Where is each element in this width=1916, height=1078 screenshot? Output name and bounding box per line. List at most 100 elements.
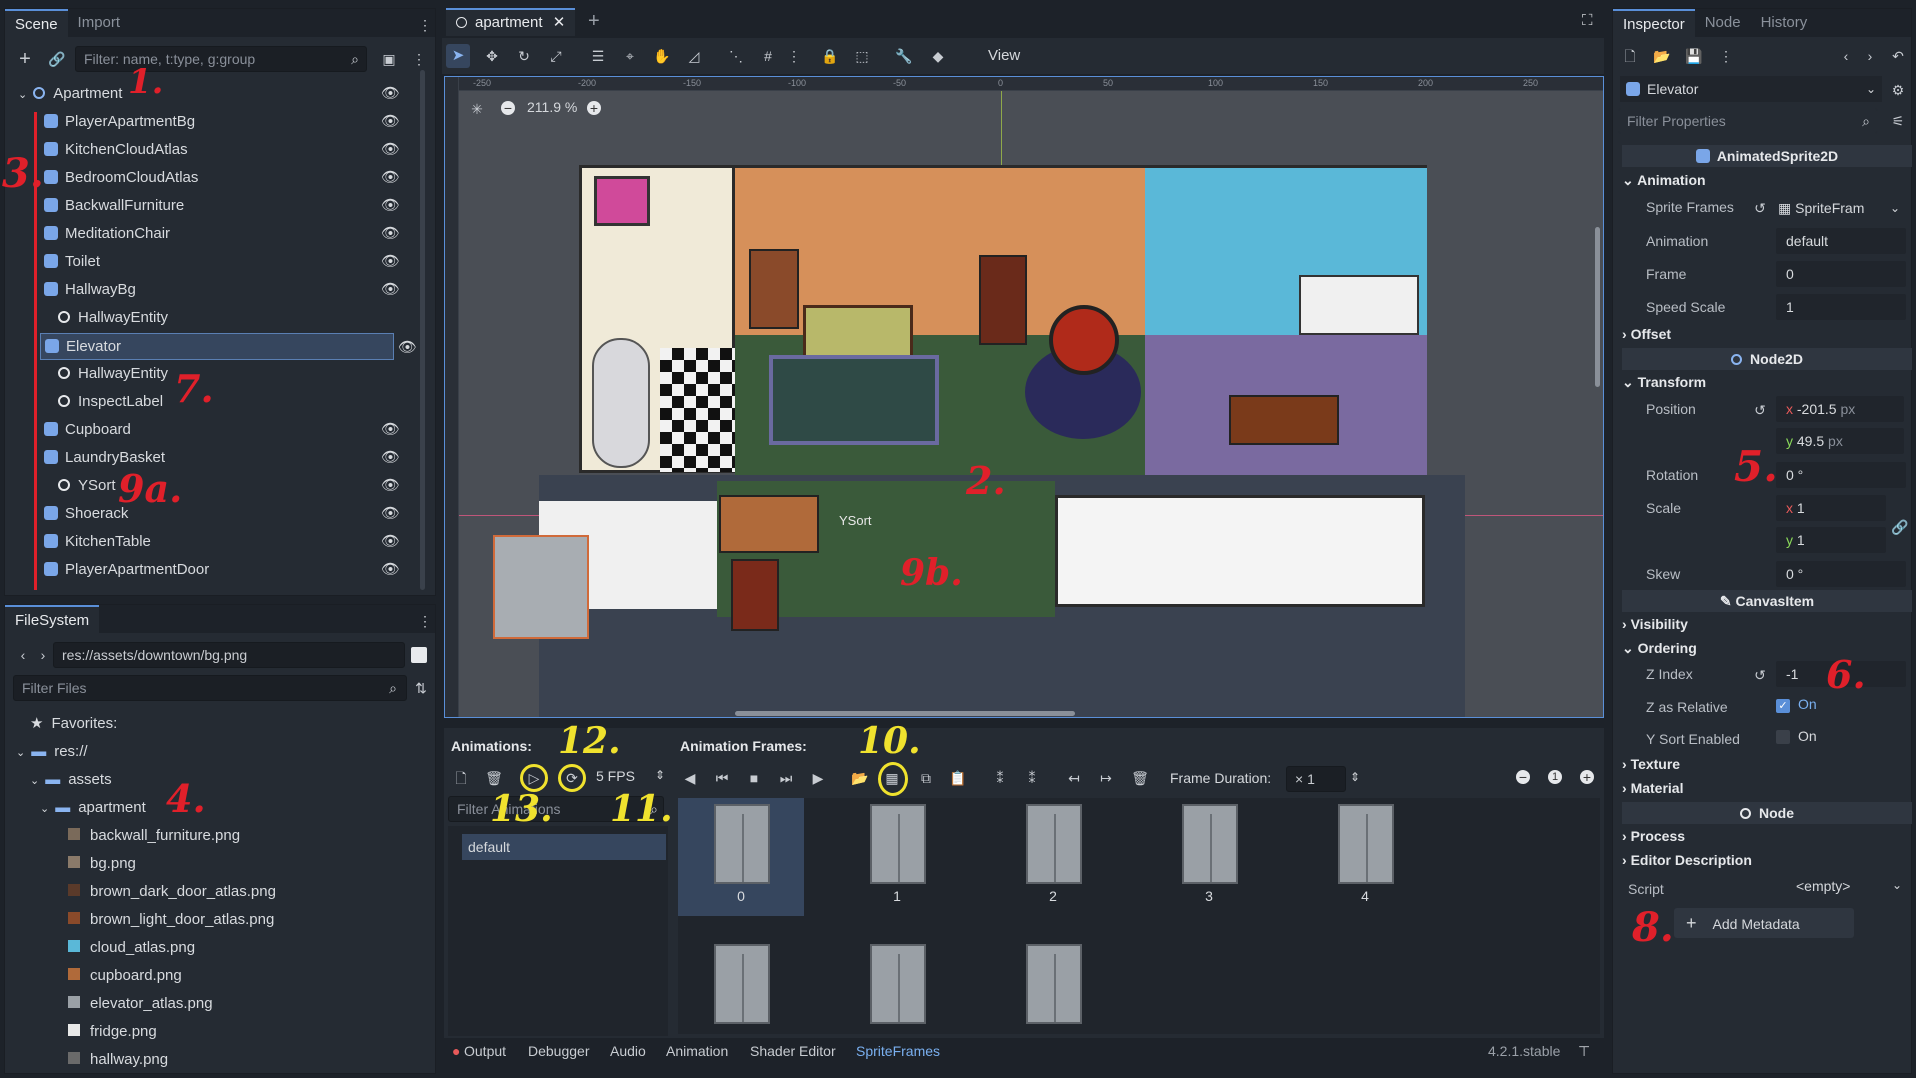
- visibility-eye-icon[interactable]: 👁: [381, 276, 400, 304]
- tree-node-kitchencloudatlas[interactable]: KitchenCloudAtlas 👁: [44, 136, 418, 164]
- ysort-checkbox[interactable]: On: [1776, 728, 1817, 745]
- visibility-eye-icon[interactable]: 👁: [381, 500, 400, 528]
- visibility-eye-icon[interactable]: 👁: [381, 108, 400, 136]
- tree-node-inspectlabel[interactable]: InspectLabel: [58, 388, 418, 416]
- play-icon[interactable]: ▶: [808, 768, 828, 788]
- visibility-eye-icon[interactable]: 👁: [381, 136, 400, 164]
- node-tools-icon[interactable]: ⚙: [1888, 80, 1908, 100]
- rotate-tool-icon[interactable]: ↻: [514, 46, 534, 66]
- load-frame-icon[interactable]: 📂: [850, 768, 870, 788]
- file-item[interactable]: cupboard.png: [68, 962, 182, 990]
- tree-node-playerapartmentdoor[interactable]: PlayerApartmentDoor 👁: [44, 556, 418, 584]
- visibility-eye-icon[interactable]: 👁: [381, 164, 400, 192]
- grid-snap-icon[interactable]: #: [758, 46, 778, 66]
- file-item[interactable]: hallway.png: [68, 1046, 168, 1074]
- scale-x-field[interactable]: x 1: [1776, 495, 1886, 521]
- tree-node-elevator-selected[interactable]: Elevator: [40, 333, 394, 360]
- script-field[interactable]: <empty> ⌄: [1796, 878, 1906, 894]
- first-frame-icon[interactable]: ◀: [680, 768, 700, 788]
- new-animation-icon[interactable]: 🗋: [451, 768, 471, 788]
- filter-properties-input[interactable]: Filter Properties: [1618, 108, 1878, 134]
- ruler-tool-icon[interactable]: ◿: [684, 46, 704, 66]
- tree-node-kitchentable[interactable]: KitchenTable 👁: [44, 528, 418, 556]
- select-tool-icon[interactable]: ➤: [446, 44, 470, 68]
- frame-thumb-6[interactable]: [834, 938, 960, 1034]
- tree-scrollbar[interactable]: [420, 70, 425, 590]
- duration-stepper-icon[interactable]: ⇕: [1350, 770, 1360, 784]
- position-y-field[interactable]: y 49.5 px: [1776, 428, 1904, 454]
- visibility-eye-icon[interactable]: 👁: [381, 416, 400, 444]
- visibility-eye-icon[interactable]: 👁: [381, 528, 400, 556]
- filter-settings-icon[interactable]: ⚟: [1888, 111, 1908, 131]
- delete-animation-icon[interactable]: 🗑: [484, 768, 504, 788]
- zoom-reset-icon[interactable]: 1: [1548, 770, 1562, 784]
- stop-icon[interactable]: ■: [744, 768, 764, 788]
- position-x-field[interactable]: x -201.5 px: [1776, 396, 1904, 422]
- category-material[interactable]: › Material: [1622, 780, 1683, 796]
- view-menu[interactable]: View: [988, 47, 1020, 64]
- category-visibility[interactable]: › Visibility: [1622, 616, 1688, 632]
- visibility-eye-icon[interactable]: 👁: [381, 444, 400, 472]
- lock-icon[interactable]: 🔒: [820, 46, 840, 66]
- folder-assets[interactable]: ⌄ ▬ assets: [30, 766, 112, 794]
- category-offset[interactable]: › Offset: [1622, 326, 1671, 342]
- frame-thumb-1[interactable]: 1: [834, 798, 960, 916]
- frame-thumb-3[interactable]: 3: [1146, 798, 1272, 916]
- zoom-in-icon[interactable]: +: [587, 101, 601, 115]
- tree-node-apartment[interactable]: ⌄ Apartment 👁: [18, 80, 418, 108]
- back-icon[interactable]: ‹: [13, 645, 33, 665]
- viewport-hscrollbar[interactable]: [735, 711, 1075, 716]
- pin-panel-icon[interactable]: ⊤: [1578, 1043, 1590, 1060]
- copy-icon[interactable]: ⧉: [916, 768, 936, 788]
- tab-animation[interactable]: Animation: [666, 1043, 728, 1059]
- visibility-eye-icon[interactable]: 👁: [398, 338, 417, 356]
- zoom-out-icon[interactable]: −: [501, 101, 515, 115]
- play-from-start-icon[interactable]: ⏭: [776, 768, 796, 788]
- viewport-vscrollbar[interactable]: [1595, 227, 1600, 387]
- insert-before-icon[interactable]: ⁑: [990, 768, 1010, 788]
- play-backwards-icon[interactable]: ⏮: [712, 768, 732, 788]
- skew-slider[interactable]: 0 °: [1776, 561, 1906, 587]
- speed-scale-spinbox[interactable]: 1: [1776, 294, 1906, 320]
- revert-icon[interactable]: ↺: [1750, 198, 1770, 218]
- add-node-icon[interactable]: +: [15, 49, 35, 69]
- scale-y-field[interactable]: y 1: [1776, 527, 1886, 553]
- instance-scene-icon[interactable]: ▣: [379, 49, 399, 69]
- pivot-tool-icon[interactable]: ⌖: [620, 46, 640, 66]
- category-texture[interactable]: › Texture: [1622, 756, 1680, 772]
- distraction-free-icon[interactable]: ⛶: [1582, 12, 1593, 29]
- tab-audio[interactable]: Audio: [610, 1043, 646, 1059]
- fps-field[interactable]: 5 FPS: [596, 768, 635, 784]
- frame-spinbox[interactable]: 0: [1776, 261, 1906, 287]
- revert-icon[interactable]: ↺: [1750, 665, 1770, 685]
- move-right-icon[interactable]: ↦: [1096, 768, 1116, 788]
- file-item[interactable]: brown_light_door_atlas.png: [68, 906, 274, 934]
- visibility-eye-icon[interactable]: 👁: [381, 248, 400, 276]
- file-item[interactable]: elevator_atlas.png: [68, 990, 213, 1018]
- tab-scene[interactable]: Scene: [5, 9, 68, 37]
- file-item[interactable]: backwall_furniture.png: [68, 822, 240, 850]
- folder-res[interactable]: ⌄ ▬ res://: [16, 738, 88, 766]
- new-resource-icon[interactable]: 🗋: [1620, 46, 1640, 66]
- inspector-menu-icon[interactable]: ⋮: [1716, 46, 1736, 66]
- smart-snap-icon[interactable]: ⋱: [726, 46, 746, 66]
- tree-node-laundrybasket[interactable]: LaundryBasket 👁: [44, 444, 418, 472]
- history-forward-icon[interactable]: ›: [1860, 46, 1880, 66]
- center-view-icon[interactable]: ✳: [467, 99, 487, 119]
- object-history-icon[interactable]: ↶: [1888, 46, 1908, 66]
- revert-icon[interactable]: ↺: [1750, 400, 1770, 420]
- rotation-slider[interactable]: 0 °: [1776, 462, 1906, 488]
- tree-node-hallwayentity[interactable]: HallwayEntity: [58, 304, 418, 332]
- scale-tool-icon[interactable]: ⤢: [546, 46, 566, 66]
- tab-apartment[interactable]: apartment ✕: [446, 8, 576, 36]
- tree-node-shoerack[interactable]: Shoerack 👁: [44, 500, 418, 528]
- pan-tool-icon[interactable]: ✋: [652, 46, 672, 66]
- viewport[interactable]: -250 -200 -150 -100 -50 0 50 100 150 200 250 ✳ − 2…: [444, 76, 1604, 718]
- scene-filter-input[interactable]: Filter: name, t:type, g:group: [75, 46, 367, 72]
- visibility-eye-icon[interactable]: 👁: [381, 556, 400, 584]
- open-resource-icon[interactable]: 📂: [1652, 46, 1672, 66]
- zrel-checkbox[interactable]: ✓ On: [1776, 696, 1817, 713]
- tab-filesystem[interactable]: FileSystem: [5, 605, 100, 633]
- bone-icon[interactable]: 🔧: [894, 46, 914, 66]
- category-transform[interactable]: ⌄ Transform: [1622, 374, 1706, 391]
